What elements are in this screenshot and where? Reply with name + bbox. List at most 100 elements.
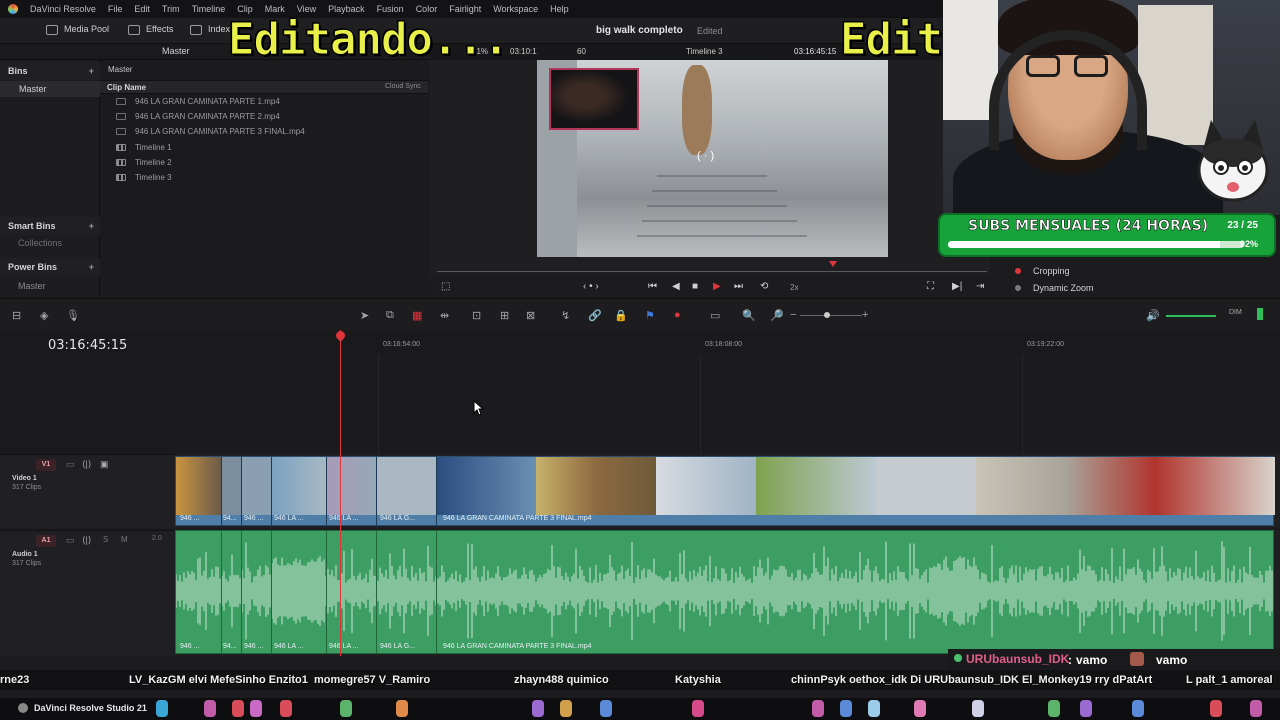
clip-row[interactable]: 946 LA GRAN CAMINATA PARTE 1.mp4 xyxy=(100,94,428,109)
menu-workspace[interactable]: Workspace xyxy=(487,4,544,14)
menu-file[interactable]: File xyxy=(102,4,129,14)
volume-icon[interactable]: 🔊 xyxy=(1146,309,1160,322)
menu-color[interactable]: Color xyxy=(410,4,444,14)
col-clip-name[interactable]: Clip Name xyxy=(107,83,146,92)
timeline-playhead[interactable] xyxy=(340,330,341,656)
track-tag-v1[interactable]: V1 xyxy=(36,459,56,471)
add-smart-bin-icon[interactable]: + xyxy=(89,221,94,231)
track-tag-a1[interactable]: A1 xyxy=(36,535,56,547)
sprite-icon xyxy=(692,700,704,717)
power-bins-header[interactable]: Power Bins + xyxy=(0,258,100,276)
smart-bins-header[interactable]: Smart Bins + xyxy=(0,217,100,235)
clip-row[interactable]: Timeline 1 xyxy=(100,140,428,155)
track-lock-icon[interactable]: ▭ xyxy=(66,459,75,470)
jog-icon[interactable]: ‹ • › xyxy=(583,281,599,292)
timeline-timecode[interactable]: 03:16:45:15 xyxy=(48,338,127,353)
enable-dot-icon[interactable] xyxy=(1015,284,1021,291)
layout-icon[interactable]: ⊟ xyxy=(12,309,21,322)
menu-playback[interactable]: Playback xyxy=(322,4,371,14)
zoom-out-icon[interactable]: − xyxy=(790,309,796,321)
viewer-timeline-name[interactable]: Timeline 3 xyxy=(686,47,723,56)
bins-panel: Bins + Master Smart Bins + Collections Pow… xyxy=(0,60,100,296)
bin-master[interactable]: Master xyxy=(0,81,100,97)
trim-tool-icon[interactable]: ⧉ xyxy=(386,309,394,322)
menu-help[interactable]: Help xyxy=(544,4,575,14)
marker-icon[interactable]: ● xyxy=(674,309,681,321)
blade-tool-icon[interactable]: ▦ xyxy=(412,309,422,322)
flag-icon[interactable]: ⚑ xyxy=(645,309,655,322)
end-icon[interactable]: ⇥ xyxy=(976,281,984,292)
menu-view[interactable]: View xyxy=(291,4,322,14)
zoom-full-icon[interactable]: ▭ xyxy=(710,309,720,322)
bin-collections[interactable]: Collections xyxy=(0,235,100,251)
replace-icon[interactable]: ⊠ xyxy=(526,309,535,322)
menu-timeline[interactable]: Timeline xyxy=(186,4,232,14)
selection-tool-icon[interactable]: ➤ xyxy=(360,309,369,322)
zoom-in-icon[interactable]: + xyxy=(862,309,868,321)
skip-end-icon[interactable]: ⏭ xyxy=(734,281,743,292)
menu-fusion[interactable]: Fusion xyxy=(371,4,410,14)
track-name-a1[interactable]: Audio 1 xyxy=(12,551,38,558)
crop-icon[interactable]: ⬚ xyxy=(441,281,450,292)
link-icon[interactable]: 🔗 xyxy=(588,309,602,322)
scrubber-playhead[interactable] xyxy=(829,261,837,267)
add-bin-icon[interactable]: + xyxy=(89,66,94,76)
taskbar-app-title[interactable]: DaVinci Resolve Studio 21 xyxy=(34,703,147,713)
viewer-scrubber[interactable] xyxy=(437,261,993,277)
zoom-slider-thumb[interactable] xyxy=(824,312,830,318)
enable-dot-icon[interactable] xyxy=(1015,267,1021,274)
dynamic-trim-icon[interactable]: ⇹ xyxy=(440,309,449,322)
menu-fairlight[interactable]: Fairlight xyxy=(443,4,487,14)
menu-davinci-resolve[interactable]: DaVinci Resolve xyxy=(24,4,102,14)
stop-icon[interactable]: ■ xyxy=(692,281,698,292)
viewer-fps: 60 xyxy=(577,47,586,56)
chat-message: URUbaunsub_IDK : vamo vamo xyxy=(948,649,1280,669)
fullscreen-icon[interactable]: ⛶ xyxy=(927,281,934,292)
effects-button[interactable]: Effects xyxy=(128,24,173,35)
clip-row[interactable]: 946 LA GRAN CAMINATA PARTE 2.mp4 xyxy=(100,109,428,124)
auto-select-icon[interactable]: ⟨|⟩ xyxy=(82,459,91,470)
power-bin-master[interactable]: Master xyxy=(0,278,100,294)
menu-mark[interactable]: Mark xyxy=(259,4,291,14)
skip-start-icon[interactable]: ⏮ xyxy=(648,281,657,292)
next-frame-icon[interactable]: ▶| xyxy=(952,281,962,292)
track-monitor-icon[interactable]: ▣ xyxy=(100,459,109,470)
timeline-toolbar: ⊟ ◈ 🎙 ➤ ⧉ ▦ ⇹ ⊡ ⊞ ⊠ ↯ 🔗 🔒 ⚑ ● ▭ 🔍 🔎 − + … xyxy=(0,298,1280,330)
overwrite-icon[interactable]: ⊞ xyxy=(500,309,509,322)
solo-button[interactable]: S xyxy=(103,535,108,544)
loop-icon[interactable]: ⟲ xyxy=(760,281,768,292)
track-header-a1: A1 ▭ ⟨|⟩ S M 2.0 Audio 1 317 Clips xyxy=(0,530,175,656)
inspector-cropping[interactable]: Cropping xyxy=(1005,262,1280,279)
insert-icon[interactable]: ⊡ xyxy=(472,309,481,322)
clip-row[interactable]: Timeline 2 xyxy=(100,155,428,170)
zoom-slider[interactable] xyxy=(800,315,862,316)
clip-row[interactable]: Timeline 3 xyxy=(100,170,428,185)
col-cloud-sync[interactable]: Cloud Sync xyxy=(385,83,421,90)
play-icon[interactable]: ▶ xyxy=(713,281,721,292)
snapping-icon[interactable]: ↯ xyxy=(561,309,570,322)
clip-name: 946 LA GRAN CAMINATA PARTE 2.mp4 xyxy=(135,112,280,121)
lock-icon[interactable]: 🔒 xyxy=(614,309,628,322)
clip-row[interactable]: 946 LA GRAN CAMINATA PARTE 3 FINAL.mp4 xyxy=(100,124,428,139)
index-button[interactable]: Index xyxy=(190,24,230,35)
media-pool-button[interactable]: Media Pool xyxy=(46,24,109,35)
mute-button[interactable]: M xyxy=(121,535,128,544)
zoom-detail-icon[interactable]: 🔍 xyxy=(742,309,756,322)
dim-button[interactable]: DIM xyxy=(1229,309,1242,316)
playback-speed[interactable]: 2x xyxy=(790,283,798,292)
add-power-bin-icon[interactable]: + xyxy=(89,262,94,272)
step-back-icon[interactable]: ◀ xyxy=(672,281,680,292)
menu-edit[interactable]: Edit xyxy=(128,4,156,14)
track-name-v1[interactable]: Video 1 xyxy=(12,475,37,482)
mic-icon[interactable]: 🎙 xyxy=(66,309,80,322)
master-folder-label[interactable]: Master xyxy=(162,46,190,56)
inspector-dynamic-zoom[interactable]: Dynamic Zoom xyxy=(1005,279,1280,296)
davinci-taskbar-icon[interactable] xyxy=(18,703,28,713)
effects-toggle-icon[interactable]: ◈ xyxy=(40,309,48,322)
menu-trim[interactable]: Trim xyxy=(156,4,186,14)
zoom-custom-icon[interactable]: 🔎 xyxy=(770,309,784,322)
track-lock-icon[interactable]: ▭ xyxy=(66,535,75,546)
auto-select-icon[interactable]: ⟨|⟩ xyxy=(82,535,91,546)
menu-clip[interactable]: Clip xyxy=(231,4,259,14)
volume-slider[interactable] xyxy=(1166,315,1216,317)
